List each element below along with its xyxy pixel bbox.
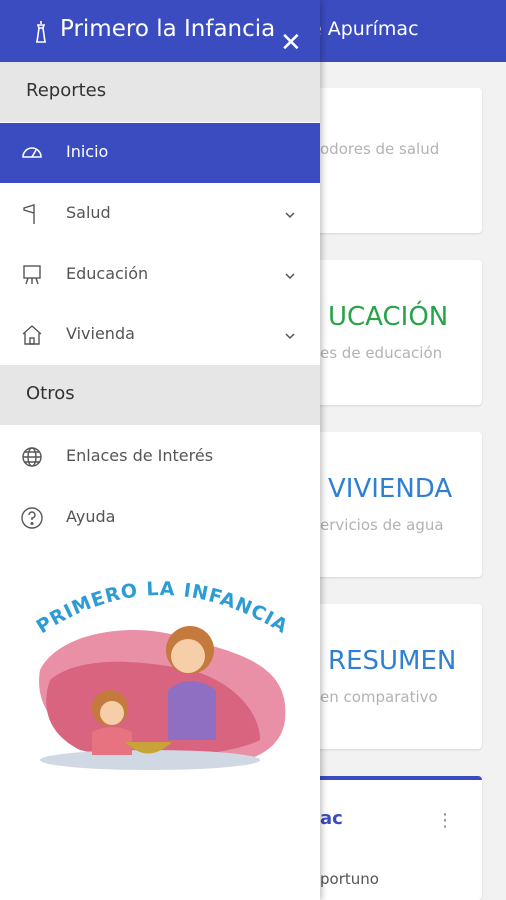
lighthouse-icon [34,20,48,48]
menu-item-vivienda[interactable]: Vivienda [0,305,320,365]
menu-item-label: Educación [66,264,149,283]
menu-item-label: Enlaces de Interés [66,446,214,465]
globe-icon [20,445,44,469]
menu-item-label: Vivienda [66,324,135,343]
menu-item-label: Ayuda [66,507,116,526]
menu-item-label: Salud [66,203,111,222]
chevron-down-icon [284,267,296,286]
gauge-icon [20,141,44,165]
section-label: Reportes [26,80,107,101]
flag-icon [20,202,44,226]
navigation-drawer: Primero la Infancia ✕ Reportes Inicio Sa… [0,0,320,900]
chevron-down-icon [284,206,296,225]
menu-item-label: Inicio [66,142,109,161]
illustration-title: PRIMERO LA INFANCIA [33,578,291,638]
menu-item-salud[interactable]: Salud [0,184,320,244]
menu-item-inicio[interactable]: Inicio [0,123,320,183]
section-reportes: Reportes [0,62,320,122]
help-icon [20,506,44,530]
section-label: Otros [26,383,75,404]
chevron-down-icon [284,327,296,346]
menu-item-enlaces[interactable]: Enlaces de Interés [0,427,320,487]
mother-child-illustration: PRIMERO LA INFANCIA [33,578,292,770]
house-icon [20,323,44,347]
menu-item-ayuda[interactable]: Ayuda [0,488,320,548]
drawer-header: Primero la Infancia ✕ [0,0,320,62]
easel-icon [20,263,44,287]
menu-item-educacion[interactable]: Educación [0,245,320,305]
drawer-title: Primero la Infancia [60,16,276,42]
svg-text:PRIMERO LA INFANCIA: PRIMERO LA INFANCIA [33,578,292,638]
section-otros: Otros [0,365,320,425]
close-icon[interactable]: ✕ [280,30,302,56]
